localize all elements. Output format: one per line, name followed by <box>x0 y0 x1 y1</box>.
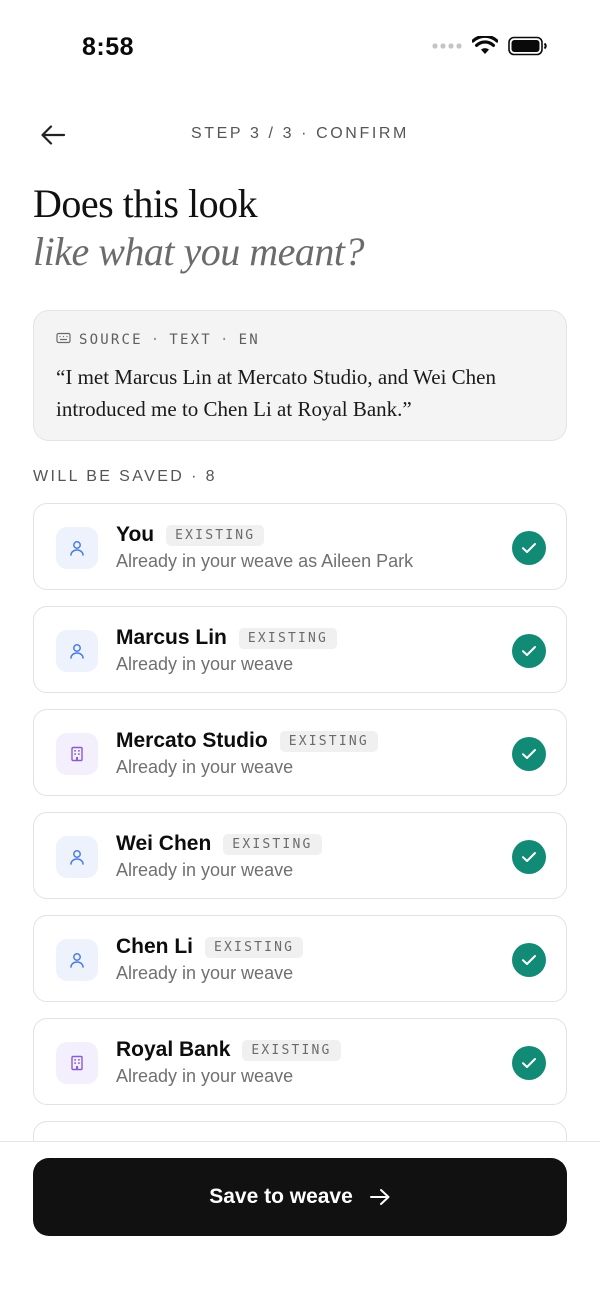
cellular-signal-icon <box>432 42 462 50</box>
status-badge: EXISTING <box>223 833 322 855</box>
source-quote: “I met Marcus Lin at Mercato Studio, and… <box>56 365 496 421</box>
check-icon[interactable] <box>512 737 546 771</box>
building-icon <box>56 733 98 775</box>
entity-name: Chen Li <box>116 935 193 958</box>
entity-card[interactable]: Mercato Studio EXISTING Already in your … <box>33 709 567 796</box>
entity-name-row: You EXISTING <box>116 523 265 547</box>
page-title: Does this look like what you meant? <box>33 180 573 276</box>
entity-card[interactable]: Royal Bank EXISTING Already in your weav… <box>33 1018 567 1105</box>
entity-list: You EXISTING Already in your weave as Ai… <box>33 503 567 1224</box>
status-icons <box>432 36 548 56</box>
entity-name-row: Chen Li EXISTING <box>116 935 304 959</box>
status-time: 8:58 <box>82 33 135 61</box>
entity-card[interactable]: Marcus Lin EXISTING Already in your weav… <box>33 606 567 693</box>
save-button-label: Save to weave <box>209 1185 353 1208</box>
source-kind: TEXT <box>169 332 212 348</box>
title-line-1: Does this look <box>33 181 258 226</box>
meta-separator: · <box>150 332 162 348</box>
status-badge: EXISTING <box>279 730 378 752</box>
person-icon <box>56 630 98 672</box>
entity-name: Mercato Studio <box>116 729 268 752</box>
entity-name: Royal Bank <box>116 1038 231 1061</box>
entity-name-row: Marcus Lin EXISTING <box>116 626 338 650</box>
source-label: SOURCE <box>79 332 143 348</box>
entity-card[interactable]: Chen Li EXISTING Already in your weave <box>33 915 567 1002</box>
person-icon <box>56 836 98 878</box>
step-indicator: STEP 3 / 3 · CONFIRM <box>191 125 409 142</box>
entity-subtitle: Already in your weave <box>116 963 294 983</box>
entity-name: You <box>116 523 155 546</box>
entity-subtitle: Already in your weave as Aileen Park <box>116 551 414 571</box>
arrow-right-icon <box>369 1189 390 1205</box>
status-badge: EXISTING <box>238 627 338 649</box>
building-icon <box>56 1042 98 1084</box>
check-icon[interactable] <box>512 531 546 565</box>
status-badge: EXISTING <box>205 936 304 958</box>
person-icon <box>56 939 98 981</box>
status-badge: EXISTING <box>242 1039 341 1061</box>
status-badge: EXISTING <box>166 524 265 546</box>
entity-name-row: Royal Bank EXISTING <box>116 1038 341 1062</box>
entity-name-row: Mercato Studio EXISTING <box>116 729 378 753</box>
check-icon[interactable] <box>512 1046 546 1080</box>
source-meta: SOURCE · TEXT · EN <box>56 332 260 348</box>
check-icon[interactable] <box>512 634 546 668</box>
source-language: EN <box>238 332 260 348</box>
check-icon[interactable] <box>512 840 546 874</box>
person-icon <box>56 527 98 569</box>
entity-subtitle: Already in your weave <box>116 860 294 880</box>
meta-separator: · <box>219 332 231 348</box>
battery-icon <box>508 36 548 56</box>
entity-card[interactable]: You EXISTING Already in your weave as Ai… <box>33 503 567 590</box>
save-to-weave-button[interactable]: Save to weave <box>33 1158 567 1236</box>
source-card: SOURCE · TEXT · EN “I met Marcus Lin at … <box>33 310 567 441</box>
entity-name: Marcus Lin <box>116 626 227 649</box>
entity-subtitle: Already in your weave <box>116 757 294 777</box>
entity-name: Wei Chen <box>116 832 212 855</box>
wifi-icon <box>472 36 498 56</box>
status-bar: 8:58 <box>0 0 600 96</box>
entity-name-row: Wei Chen EXISTING <box>116 832 322 856</box>
entity-subtitle: Already in your weave <box>116 1066 294 1086</box>
title-line-2: like what you meant? <box>33 229 365 274</box>
entity-card[interactable]: Wei Chen EXISTING Already in your weave <box>33 812 567 899</box>
entity-subtitle: Already in your weave <box>116 654 294 674</box>
header: STEP 3 / 3 · CONFIRM <box>0 112 600 156</box>
keyboard-icon <box>56 332 71 348</box>
check-icon[interactable] <box>512 943 546 977</box>
section-label: WILL BE SAVED · 8 <box>33 468 217 485</box>
